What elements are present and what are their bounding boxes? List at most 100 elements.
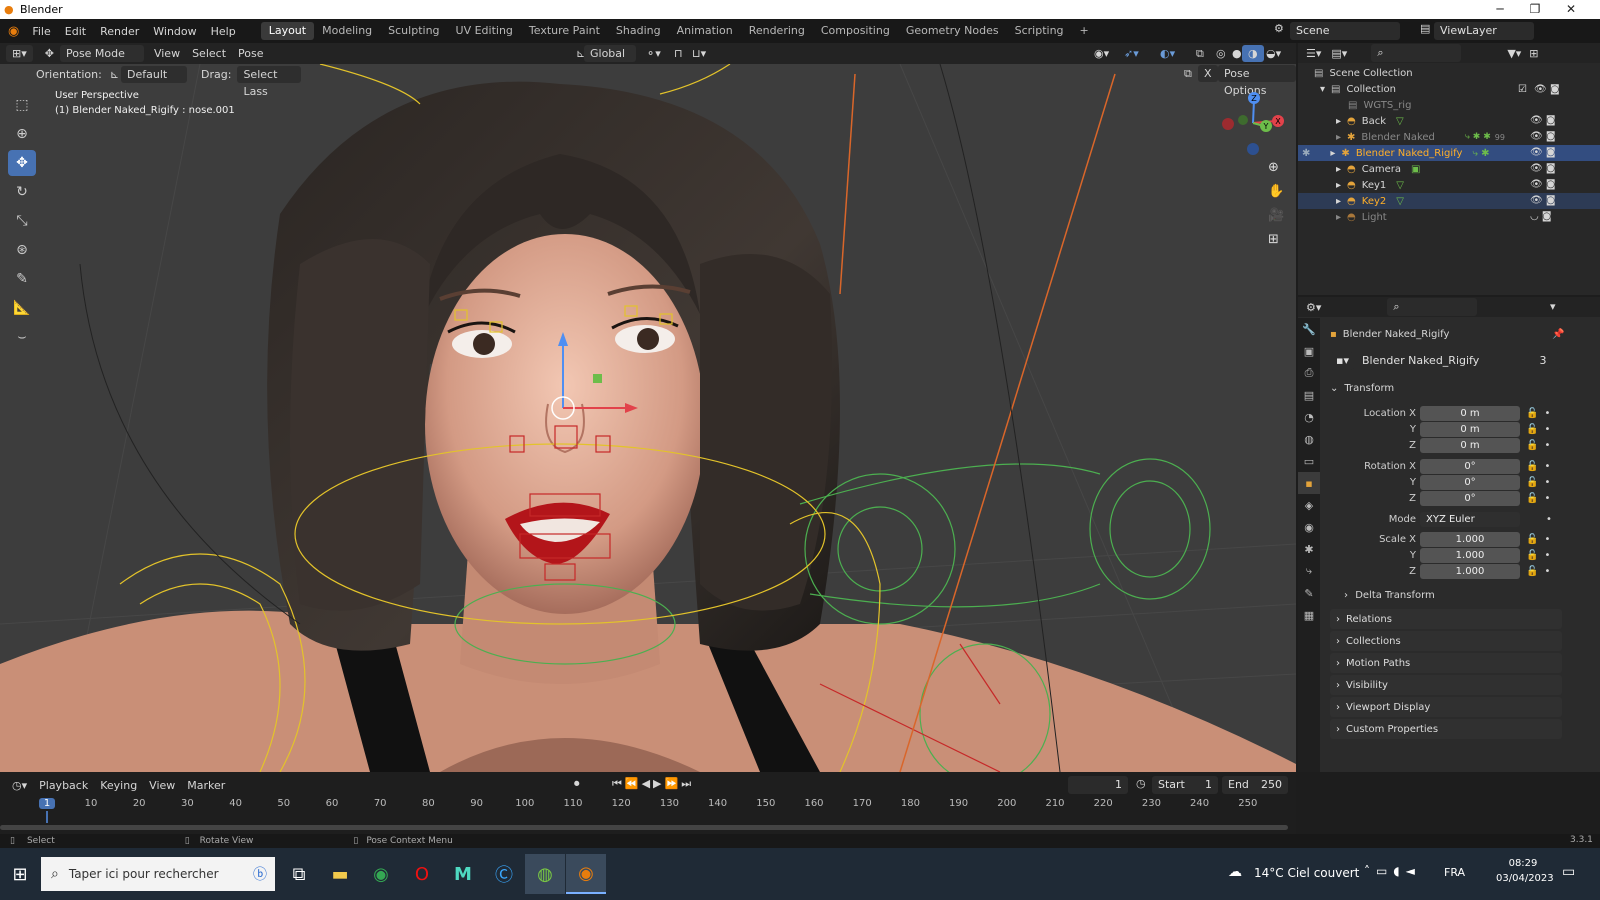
taskbar-search-box[interactable]: ⌕ Taper ici pour rechercher ⓑ [41, 857, 275, 891]
render-camera-icon[interactable]: ◙ [1550, 84, 1560, 95]
zoom-icon[interactable]: ⊕ [1268, 160, 1286, 184]
bing-icon[interactable]: ⓑ [253, 864, 267, 884]
move-icon[interactable]: ✥ [8, 150, 36, 176]
record-icon[interactable]: ⏺ [574, 777, 580, 791]
pose-tool-icon[interactable]: ⌣ [8, 324, 36, 350]
notifications-icon[interactable]: ▭ [1562, 864, 1575, 880]
custom-properties-panel[interactable]: › Custom Properties [1330, 719, 1562, 739]
visibility-icon[interactable]: ◉▾ [1088, 45, 1115, 62]
tab-animation[interactable]: Animation [669, 22, 741, 40]
timeline-editor-icon[interactable]: ◷▾ [6, 777, 33, 794]
keyframe-dot-icon[interactable]: • [1544, 534, 1550, 545]
physics-tab-icon[interactable]: ◉ [1298, 516, 1320, 538]
windows-start-icon[interactable]: ⊞ [0, 854, 40, 894]
lock-icon[interactable]: 🔓 [1526, 408, 1538, 419]
menu-playback[interactable]: Playback [33, 777, 94, 794]
file-explorer-icon[interactable]: ▬ [320, 854, 360, 894]
data-block-selector[interactable]: ▪▾ Blender Naked_Rigify 3 [1330, 352, 1562, 370]
relations-panel[interactable]: › Relations [1330, 609, 1562, 629]
lock-icon[interactable]: 🔓 [1526, 477, 1538, 488]
filter-icon[interactable]: ▼▾ [1507, 47, 1521, 60]
rotate-icon[interactable]: ↻ [8, 179, 36, 205]
annotate-icon[interactable]: ✎ [8, 266, 36, 292]
opera-icon[interactable]: O [402, 854, 442, 894]
select-box-icon[interactable]: ⬚ [8, 92, 36, 118]
x-mirror-toggle[interactable]: X [1198, 65, 1218, 82]
visibility-eye-icon[interactable]: 👁 ◙ [1530, 129, 1560, 145]
visibility-panel[interactable]: › Visibility [1330, 675, 1562, 695]
location-z-field[interactable]: 0 m [1420, 437, 1520, 453]
keyframe-dot-icon[interactable]: • [1544, 493, 1550, 504]
tab-modeling[interactable]: Modeling [314, 22, 380, 40]
lock-icon[interactable]: 🔓 [1526, 461, 1538, 472]
render-tab-icon[interactable]: ▣ [1298, 340, 1320, 362]
lock-icon[interactable]: 🔓 [1526, 550, 1538, 561]
world-tab-icon[interactable]: ◍ [1298, 428, 1320, 450]
orientation-dropdown[interactable]: Default [121, 65, 188, 83]
menu-marker[interactable]: Marker [181, 777, 231, 794]
restore-icon[interactable]: ❐ [1518, 0, 1552, 19]
constraint-tab-icon[interactable]: ✱ [1298, 538, 1320, 560]
scale-y-field[interactable]: 1.000 [1420, 547, 1520, 563]
keyframe-dot-icon[interactable]: • [1544, 424, 1550, 435]
visibility-eye-icon[interactable]: 👁 ◙ [1530, 193, 1560, 209]
object-tab-icon[interactable]: ▪ [1298, 472, 1320, 494]
pose-flip-icon[interactable]: ⧉ [1184, 67, 1192, 81]
start-frame-field[interactable]: Start 1 [1152, 776, 1218, 794]
visibility-eye-icon[interactable]: 👁 [1534, 84, 1547, 95]
clock-icon[interactable]: ◷ [1136, 777, 1146, 790]
menu-render[interactable]: Render [93, 25, 146, 38]
taskbar-time[interactable]: 08:29 [1498, 858, 1548, 869]
c-app-icon[interactable]: Ⓒ [484, 854, 524, 894]
tool-tab-icon[interactable]: 🔧 [1298, 318, 1320, 340]
data-block-name[interactable]: Blender Naked_Rigify [1356, 352, 1524, 370]
xray-icon[interactable]: ⧉ [1190, 45, 1210, 62]
lock-icon[interactable]: 🔓 [1526, 534, 1538, 545]
keyframe-dot-icon[interactable]: • [1544, 440, 1550, 451]
scene-tab-icon[interactable]: ◔ [1298, 406, 1320, 428]
new-collection-icon[interactable]: ⊞ [1529, 47, 1538, 60]
3d-viewport[interactable] [0, 64, 1296, 772]
playhead-line[interactable] [46, 811, 48, 823]
overlay-toggle-icon[interactable]: ◐▾ [1154, 45, 1181, 62]
tray-icons[interactable]: ˄▭◖◄ [1364, 864, 1421, 878]
visibility-eye-icon[interactable]: 👁 ◙ [1530, 113, 1560, 129]
keyframe-dot-icon[interactable]: • [1544, 550, 1550, 561]
tab-rendering[interactable]: Rendering [741, 22, 813, 40]
gizmo-toggle-icon[interactable]: ➶▾ [1118, 45, 1145, 62]
camera-view-icon[interactable]: 🎥 [1268, 208, 1286, 232]
view-layer-tab-icon[interactable]: ▤ [1298, 384, 1320, 406]
pose-options-dropdown[interactable]: Pose Options [1218, 65, 1296, 97]
tab-sculpting[interactable]: Sculpting [380, 22, 447, 40]
menu-window[interactable]: Window [146, 25, 203, 38]
output-tab-icon[interactable]: ⎙ [1298, 362, 1320, 384]
outliner-editor-icon[interactable]: ☰▾ [1306, 47, 1321, 60]
transform-orientation-dropdown[interactable]: Global [584, 45, 636, 62]
tab-layout[interactable]: Layout [260, 22, 315, 40]
m-app-icon[interactable]: M [443, 854, 483, 894]
tab-uv-editing[interactable]: UV Editing [448, 22, 521, 40]
keyframe-dot-icon[interactable]: • [1544, 477, 1550, 488]
taskbar-weather[interactable]: 14°C Ciel couvert [1254, 866, 1359, 880]
timeline-scrollbar[interactable] [0, 825, 1288, 830]
keyframe-dot-icon[interactable]: • [1544, 566, 1550, 577]
navigation-gizmo[interactable]: X Z Y [1218, 88, 1288, 158]
outliner-row-wgts-rig[interactable]: ▤ WGTS_rig [1298, 97, 1600, 113]
motion-paths-panel[interactable]: › Motion Paths [1330, 653, 1562, 673]
pivot-point-icon[interactable]: ⚬▾ [640, 45, 667, 62]
lock-icon[interactable]: 🔓 [1526, 493, 1538, 504]
properties-options-icon[interactable]: ▾ [1550, 300, 1556, 313]
mode-dropdown[interactable]: Pose Mode [59, 45, 144, 62]
current-frame-indicator[interactable]: 1 [39, 798, 55, 809]
menu-help[interactable]: Help [204, 25, 243, 38]
minimize-icon[interactable]: ─ [1483, 0, 1517, 19]
delta-transform-subpanel[interactable]: › Delta Transform [1344, 590, 1435, 601]
rotation-y-field[interactable]: 0° [1420, 474, 1520, 490]
blender-taskbar-icon[interactable]: ◉ [566, 854, 606, 894]
green-app-icon[interactable]: ◍ [525, 854, 565, 894]
location-y-field[interactable]: 0 m [1420, 421, 1520, 437]
viewport-display-panel[interactable]: › Viewport Display [1330, 697, 1562, 717]
pan-hand-icon[interactable]: ✋ [1268, 184, 1286, 208]
bone-tab-icon[interactable]: ✎ [1298, 582, 1320, 604]
transform-icon[interactable]: ⊛ [8, 237, 36, 263]
